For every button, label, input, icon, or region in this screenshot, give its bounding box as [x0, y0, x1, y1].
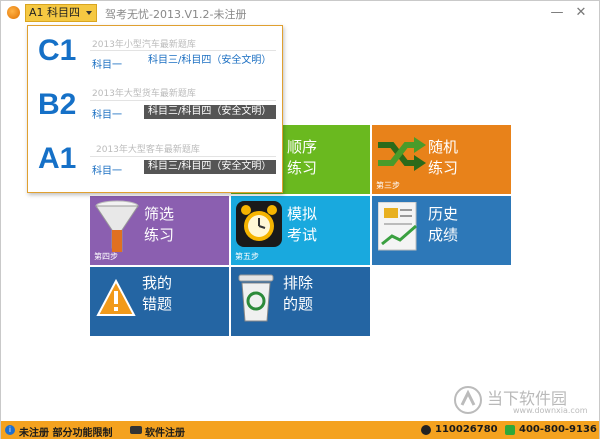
register-link[interactable]: 软件注册 [145, 424, 185, 439]
brand-logo-icon [454, 386, 482, 414]
licence-desc: 2013年大型货车最新题库 [92, 89, 196, 99]
report-chart-icon [378, 202, 417, 251]
funnel-icon [95, 200, 139, 252]
phone-number: 400-800-9136 [519, 424, 597, 435]
tile-exclude-line2: 的题 [283, 295, 314, 313]
licence-code: A1 [38, 142, 77, 175]
tile-filter-line2: 练习 [144, 226, 175, 244]
window-title: 驾考无忧-2013.V1.2-未注册 [105, 8, 247, 21]
divider [90, 156, 276, 157]
tile-wrong-line1: 我的 [142, 274, 173, 292]
licence-subject1-link[interactable]: 科目一 [92, 106, 122, 121]
phone-icon [505, 425, 515, 435]
tile-mock-step: 第五步 [235, 252, 259, 261]
chevron-down-icon [86, 11, 92, 15]
tile-mock-line2: 考试 [287, 226, 318, 244]
tile-history-line2: 成绩 [428, 226, 459, 244]
tile-history-line1: 历史 [428, 205, 459, 223]
watermark-url: www.downxia.com [513, 406, 588, 415]
subject-select-label: A1 科目四 [29, 6, 81, 19]
licence-subject34-link[interactable]: 科目三/科目四（安全文明） [144, 160, 276, 174]
licence-option-c1[interactable]: C1 2013年小型汽车最新题库 科目一 科目三/科目四（安全文明） [28, 32, 284, 84]
tile-wrong-line2: 错题 [142, 295, 173, 313]
tile-sequential-line1: 顺序 [287, 138, 318, 156]
tile-sequential-line2: 练习 [287, 159, 318, 177]
tile-mock-line1: 模拟 [287, 205, 318, 223]
tile-excluded-questions[interactable]: 排除 的题 [231, 267, 370, 336]
tile-filter-line1: 筛选 [144, 205, 175, 223]
licence-code: C1 [38, 34, 77, 67]
licence-option-b2[interactable]: B2 2013年大型货车最新题库 科目一 科目三/科目四（安全文明） [28, 86, 284, 138]
recycle-bin-icon [238, 274, 274, 322]
subject-select[interactable]: A1 科目四 [25, 4, 97, 22]
licence-desc: 2013年大型客车最新题库 [96, 145, 200, 155]
licence-subject1-link[interactable]: 科目一 [92, 162, 122, 177]
licence-option-a1[interactable]: A1 2013年大型客车最新题库 科目一 科目三/科目四（安全文明） [28, 140, 284, 192]
tile-random-practice[interactable]: 随机 练习 第三步 [372, 125, 511, 194]
alarm-clock-icon [236, 201, 282, 247]
app-window: A1 科目四 驾考无忧-2013.V1.2-未注册 — ✕ 顺序 练习 随机 练… [0, 0, 600, 439]
watermark: 当下软件园 www.downxia.com [453, 385, 593, 417]
licence-code: B2 [38, 88, 77, 121]
warning-icon [96, 279, 136, 316]
shuffle-icon [378, 137, 426, 171]
licence-type-dropdown: C1 2013年小型汽车最新题库 科目一 科目三/科目四（安全文明） B2 20… [27, 25, 283, 193]
app-logo-icon [7, 6, 20, 19]
licence-subject1-link[interactable]: 科目一 [92, 56, 122, 71]
tile-filter-step: 第四步 [94, 252, 118, 261]
info-icon: i [5, 425, 15, 435]
licence-desc: 2013年小型汽车最新题库 [92, 40, 196, 50]
divider [90, 100, 276, 101]
titlebar: A1 科目四 驾考无忧-2013.V1.2-未注册 — ✕ [1, 1, 599, 25]
tile-my-wrong-answers[interactable]: 我的 错题 [90, 267, 229, 336]
keyboard-icon [130, 426, 142, 434]
tile-mock-exam[interactable]: 模拟 考试 第五步 [231, 196, 370, 265]
unregistered-notice: 未注册 部分功能限制 [19, 428, 113, 439]
divider [90, 50, 276, 51]
tile-filter-practice[interactable]: 筛选 练习 第四步 [90, 196, 229, 265]
tile-exclude-line1: 排除 [283, 274, 314, 292]
tile-random-line2: 练习 [428, 159, 459, 177]
licence-subject34-link[interactable]: 科目三/科目四（安全文明） [144, 105, 276, 119]
tile-random-step: 第三步 [376, 181, 400, 190]
statusbar: i 未注册 部分功能限制 软件注册 110026780 400-800-9136 [1, 421, 599, 439]
tile-random-line1: 随机 [428, 138, 459, 156]
qq-number: 110026780 [435, 424, 498, 435]
close-button[interactable]: ✕ [572, 4, 590, 22]
qq-icon [421, 425, 431, 435]
minimize-button[interactable]: — [548, 4, 566, 22]
tile-history-scores[interactable]: 历史 成绩 [372, 196, 511, 265]
licence-subject34-link[interactable]: 科目三/科目四（安全文明） [144, 54, 276, 68]
